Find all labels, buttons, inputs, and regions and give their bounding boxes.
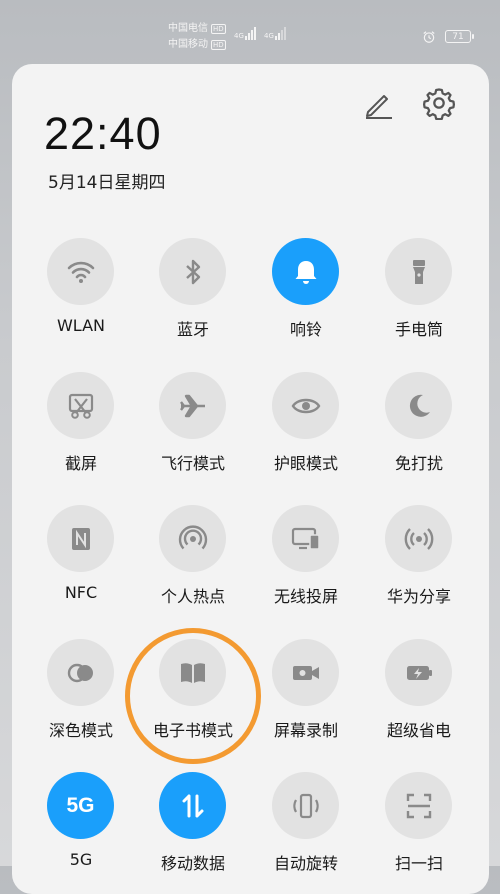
tile-label: WLAN <box>56 316 105 335</box>
tile-wireless-projection[interactable]: 无线投屏 <box>251 505 361 615</box>
bluetooth-icon <box>185 259 200 284</box>
tile-wlan[interactable]: WLAN <box>26 238 136 348</box>
mobile-data-icon <box>182 794 203 817</box>
battery-saver-icon <box>406 665 432 680</box>
tile-huawei-share-button[interactable] <box>385 505 452 572</box>
5g-icon: 5G <box>66 793 95 817</box>
tile-label: 截屏 <box>64 454 97 473</box>
carrier-2-name: 中国移动 <box>168 39 208 50</box>
edit-icon[interactable] <box>362 88 394 120</box>
highlight-circle <box>125 628 261 764</box>
carrier-2: 中国移动 HD <box>168 38 226 51</box>
battery-indicator: 71 <box>445 30 474 43</box>
tile-label: 响铃 <box>289 320 322 339</box>
dark-mode-icon <box>67 663 93 682</box>
signal-icon: 4G <box>234 27 256 40</box>
tile-label: 屏幕录制 <box>273 721 338 740</box>
tile-airplane-button[interactable] <box>159 372 226 439</box>
hd-badge: HD <box>211 39 226 50</box>
tile-label: 自动旋转 <box>273 854 338 873</box>
tile-label: 手电筒 <box>394 320 443 339</box>
tile-screenshot-button[interactable] <box>47 372 114 439</box>
eye-icon <box>291 398 320 413</box>
network-type: 4G <box>234 32 244 40</box>
tile-nfc-button[interactable] <box>47 505 114 572</box>
tile-power-saver-button[interactable] <box>385 639 452 706</box>
nfc-icon <box>71 527 90 550</box>
tile-bluetooth[interactable]: 蓝牙 <box>138 238 248 348</box>
flashlight-icon <box>412 259 425 284</box>
clock-time: 22:40 <box>44 108 162 159</box>
tile-label: 超级省电 <box>386 721 451 740</box>
tile-do-not-disturb-button[interactable] <box>385 372 452 439</box>
tile-dark-mode-button[interactable] <box>47 639 114 706</box>
tile-label: 护眼模式 <box>273 454 338 473</box>
tile-label: 无线投屏 <box>273 587 338 606</box>
tile-ringer[interactable]: 响铃 <box>251 238 361 348</box>
clock-date: 5月14日星期四 <box>48 173 166 193</box>
hotspot-icon <box>178 525 207 549</box>
rotate-icon <box>292 793 319 818</box>
tile-label: 飞行模式 <box>160 454 225 473</box>
tile-label: 华为分享 <box>386 587 451 606</box>
cast-icon <box>291 527 320 550</box>
tile-mobile-data-button[interactable] <box>159 772 226 839</box>
record-icon <box>292 665 319 680</box>
alarm-icon <box>423 31 435 43</box>
tile-bluetooth-button[interactable] <box>159 238 226 305</box>
share-icon <box>404 527 433 550</box>
tile-label: 移动数据 <box>160 854 225 873</box>
tile-ringer-button[interactable] <box>272 238 339 305</box>
tile-hotspot[interactable]: 个人热点 <box>138 505 248 615</box>
network-type: 4G <box>264 32 274 40</box>
tile-hotspot-button[interactable] <box>159 505 226 572</box>
tile-eye-comfort[interactable]: 护眼模式 <box>251 372 361 482</box>
bell-icon <box>295 260 316 284</box>
tile-label: 蓝牙 <box>176 320 209 339</box>
scan-icon <box>406 793 431 818</box>
tile-scan-button[interactable] <box>385 772 452 839</box>
carrier-1-name: 中国电信 <box>168 23 208 34</box>
tile-huawei-share[interactable]: 华为分享 <box>364 505 474 615</box>
gear-icon[interactable] <box>422 86 456 120</box>
tile-screen-record[interactable]: 屏幕录制 <box>251 639 361 749</box>
tile-label: 扫一扫 <box>394 854 443 873</box>
tile-airplane[interactable]: 飞行模式 <box>138 372 248 482</box>
tile-label: 5G <box>69 850 93 869</box>
tile-label: 免打扰 <box>394 454 443 473</box>
tile-power-saver[interactable]: 超级省电 <box>364 639 474 749</box>
carrier-1: 中国电信 HD <box>168 22 226 35</box>
signal-icon: 4G <box>264 27 286 40</box>
tile-screen-record-button[interactable] <box>272 639 339 706</box>
airplane-icon <box>179 394 205 417</box>
wifi-icon <box>67 261 94 283</box>
tile-dark-mode[interactable]: 深色模式 <box>26 639 136 749</box>
tile-flashlight[interactable]: 手电筒 <box>364 238 474 348</box>
tile-nfc[interactable]: NFC <box>26 505 136 615</box>
tile-label: NFC <box>64 583 98 602</box>
tile-flashlight-button[interactable] <box>385 238 452 305</box>
hd-badge: HD <box>211 23 226 34</box>
tile-label: 个人热点 <box>160 587 225 606</box>
moon-icon <box>409 394 430 417</box>
tile-label: 深色模式 <box>48 721 113 740</box>
tile-eye-comfort-button[interactable] <box>272 372 339 439</box>
tile-do-not-disturb[interactable]: 免打扰 <box>364 372 474 482</box>
tile-wireless-projection-button[interactable] <box>272 505 339 572</box>
screenshot-icon <box>68 393 93 419</box>
tile-auto-rotate-button[interactable] <box>272 772 339 839</box>
tile-5g-button[interactable]: 5G <box>47 772 114 839</box>
tile-screenshot[interactable]: 截屏 <box>26 372 136 482</box>
tile-wlan-button[interactable] <box>47 238 114 305</box>
status-bar: 中国电信 HD 中国移动 HD 4G 4G 71 <box>0 0 500 60</box>
